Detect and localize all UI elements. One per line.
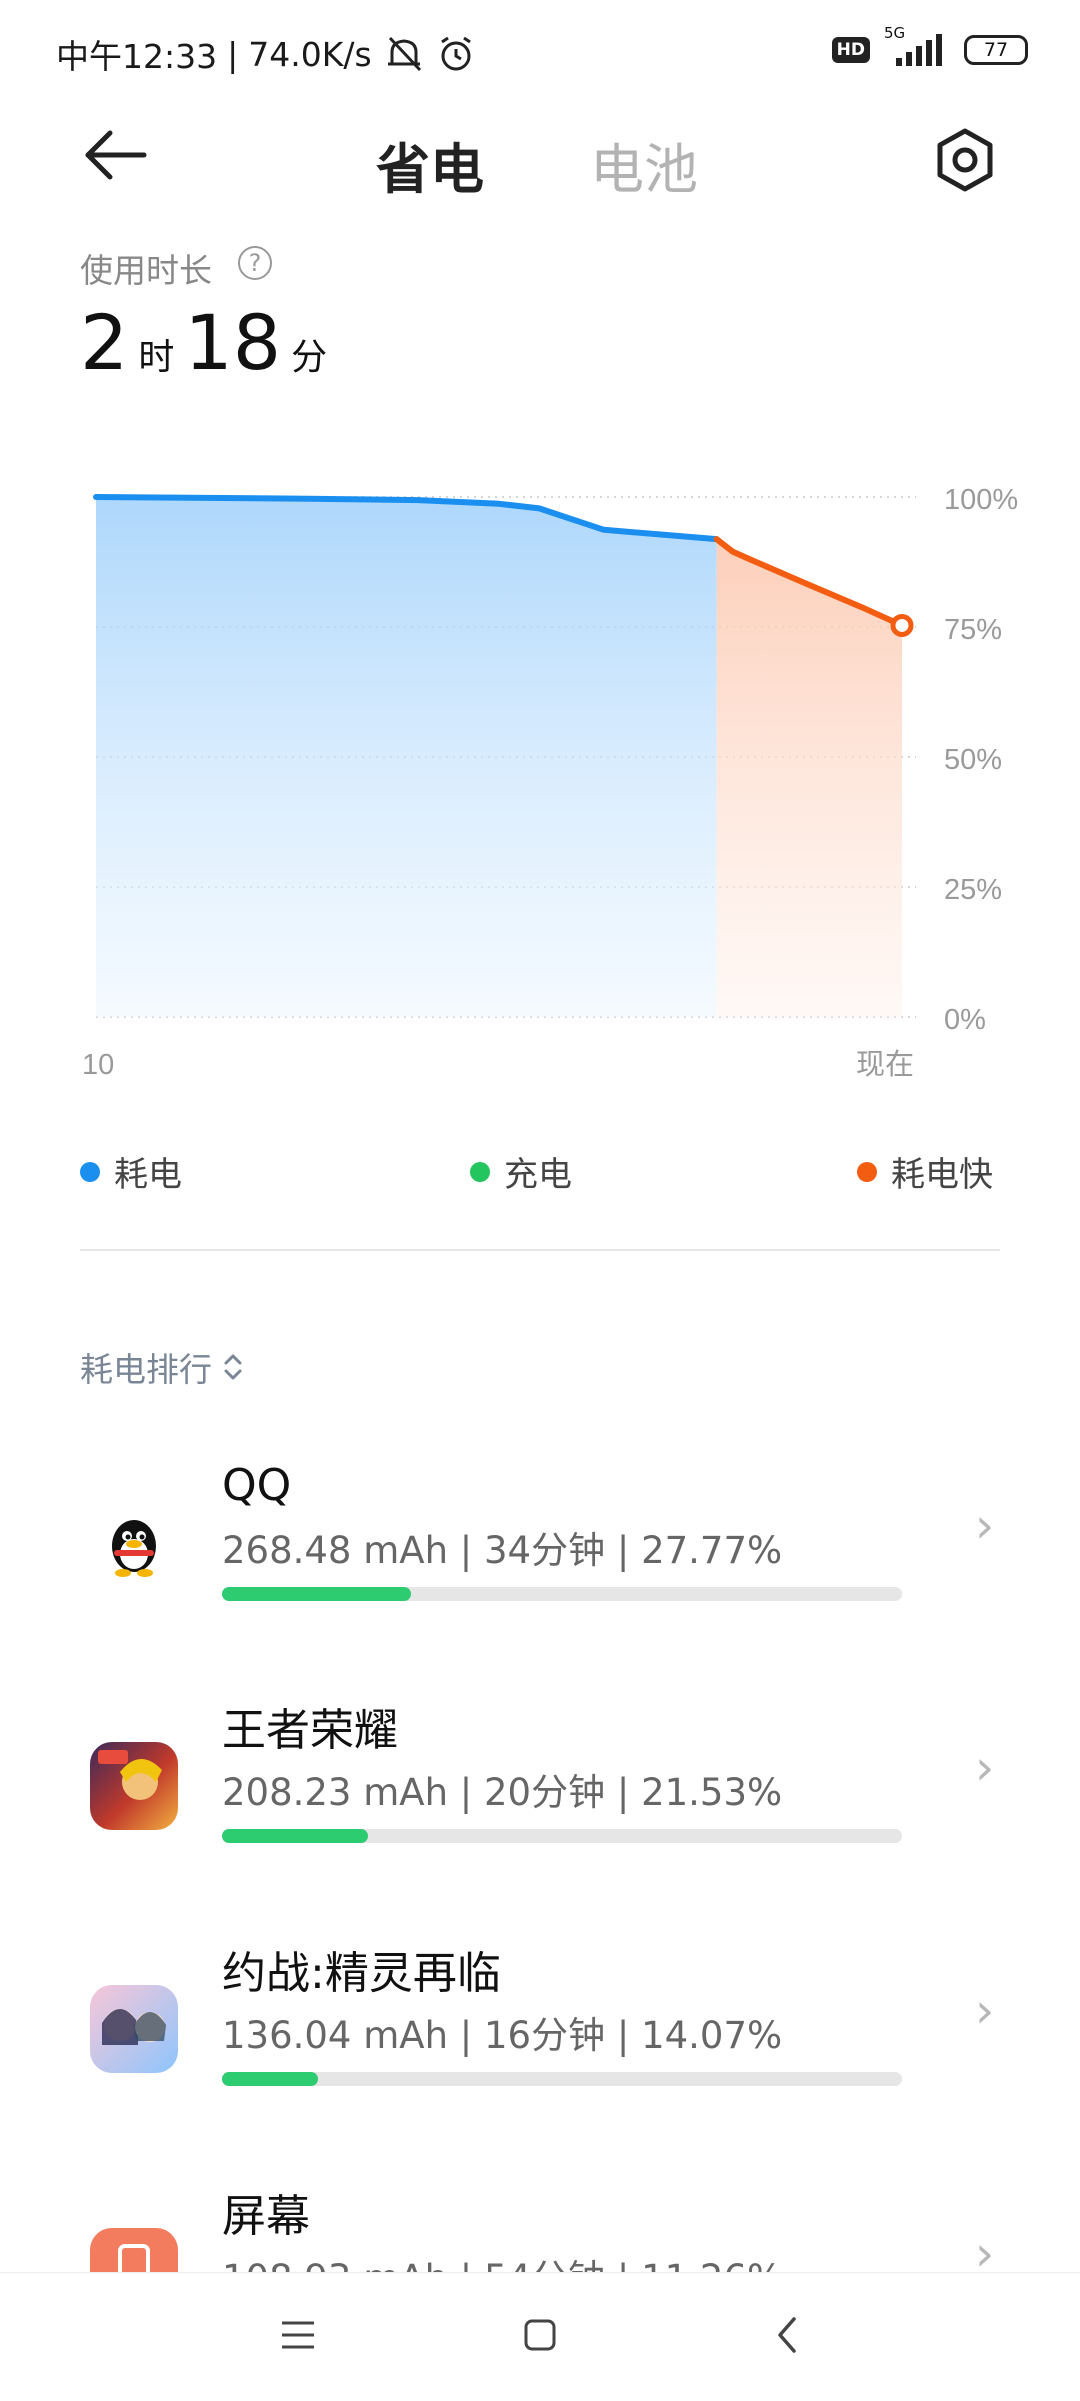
sort-chevrons-icon: [224, 1354, 242, 1380]
legend-dot-drain: [80, 1161, 100, 1182]
anime-characters-icon: [102, 2009, 166, 2045]
hd-badge: HD: [831, 37, 870, 63]
usage-bar: [222, 1587, 902, 1601]
usage-hours: 2: [80, 298, 129, 387]
honor-of-kings-app-icon: [90, 1742, 178, 1830]
app-name: QQ: [222, 1460, 292, 1511]
app-stats: 268.48 mAh | 34分钟 | 27.77%: [222, 1529, 783, 1572]
legend-item-drain: 耗电: [80, 1147, 182, 1196]
app-stats: 108.93 mAh | 54分钟 | 11.26%: [222, 2248, 782, 2272]
chevron-right-icon: ›: [975, 1498, 995, 1554]
status-left: 中午12:33 | 74.0K/s: [56, 30, 476, 78]
recents-menu-icon[interactable]: [276, 2315, 320, 2355]
usage-minutes: 18: [184, 298, 282, 387]
x-tick-label-start: 10: [82, 1049, 114, 1081]
tab-battery[interactable]: 电池: [590, 125, 698, 204]
screen-app-icon: [90, 2228, 178, 2272]
legend-label-drain: 耗电: [114, 1155, 182, 1195]
game-hero-icon: [98, 1750, 162, 1800]
tab-power-saving[interactable]: 省电: [376, 125, 484, 204]
list-item-honor-of-kings[interactable]: 王者荣耀 208.23 mAh | 20分钟 | 21.53% ›: [0, 1672, 1080, 1892]
mute-bell-icon: [387, 36, 421, 72]
app-name: 王者荣耀: [222, 1705, 398, 1756]
status-right: HD 5G 77: [831, 24, 1028, 70]
y-tick-label: 50%: [944, 744, 1002, 776]
home-icon[interactable]: [518, 2313, 562, 2357]
qq-app-icon: [90, 1500, 178, 1588]
y-tick-label: 75%: [944, 614, 1002, 646]
usage-bar: [222, 1829, 902, 1843]
usage-bar: [222, 2072, 902, 2086]
qq-penguin-icon: [112, 1520, 156, 1577]
chevron-right-icon: ›: [975, 1740, 995, 1796]
settings-button[interactable]: [930, 125, 1000, 195]
network-speed: 74.0K/s: [248, 34, 372, 74]
signal-icon: 5G: [882, 24, 952, 70]
current-point-marker: [890, 613, 914, 637]
battery-icon: 77: [964, 35, 1028, 65]
y-tick-label: 0%: [944, 1004, 986, 1036]
back-button[interactable]: [80, 125, 160, 195]
ranking-label: 耗电排行: [80, 1350, 212, 1389]
usage-bar-fill: [222, 2072, 318, 2086]
list-item-screen[interactable]: 屏幕 108.93 mAh | 54分钟 | 11.26% ›: [0, 2158, 1080, 2272]
settings-gear-icon: [937, 128, 993, 192]
legend-item-fast-drain: 耗电快: [857, 1147, 993, 1196]
y-tick-label: 25%: [944, 874, 1002, 906]
status-separator: |: [227, 34, 239, 74]
legend-label-fast-drain: 耗电快: [891, 1155, 993, 1195]
chevron-right-icon: ›: [975, 2226, 995, 2272]
battery-level: 77: [983, 39, 1009, 61]
usage-duration-label: 使用时长: [80, 251, 212, 290]
legend-dot-fast-drain: [857, 1161, 877, 1182]
chevron-right-icon: ›: [975, 1983, 995, 2039]
battery-level-chart: 100% 75% 50% 25% 0% 10 现在: [82, 484, 1018, 1081]
navigation-bar: [0, 2272, 1080, 2401]
back-nav-icon[interactable]: [768, 2313, 808, 2357]
alarm-icon: [440, 36, 471, 71]
divider: [80, 1249, 1000, 1251]
usage-minutes-unit: 分: [291, 337, 328, 378]
back-arrow-icon: [85, 130, 147, 180]
status-bar: 中午12:33 | 74.0K/s HD 5G 77: [0, 0, 1080, 110]
phone-screen-icon: [118, 2244, 150, 2272]
app-name: 屏幕: [222, 2191, 310, 2242]
x-tick-label-end: 现在: [856, 1047, 914, 1081]
help-icon[interactable]: ?: [238, 246, 272, 280]
legend-dot-charge: [470, 1161, 490, 1182]
legend-label-charge: 充电: [504, 1155, 572, 1195]
usage-duration-value: 2 时 18 分: [80, 298, 327, 387]
series-area-0: [96, 497, 717, 1017]
date-a-live-app-icon: [90, 1985, 178, 2073]
list-item-qq[interactable]: QQ 268.48 mAh | 34分钟 | 27.77% ›: [0, 1430, 1080, 1650]
app-stats: 208.23 mAh | 20分钟 | 21.53%: [222, 1771, 783, 1814]
list-item-date-a-live[interactable]: 约战:精灵再临 136.04 mAh | 16分钟 | 14.07% ›: [0, 1915, 1080, 2135]
usage-bar-fill: [222, 1587, 411, 1601]
sort-ranking-toggle[interactable]: 耗电排行: [80, 1343, 244, 1391]
usage-hours-unit: 时: [138, 337, 175, 378]
usage-bar-fill: [222, 1829, 369, 1843]
app-stats: 136.04 mAh | 16分钟 | 14.07%: [222, 2014, 783, 2057]
status-time: 中午12:33: [56, 37, 218, 76]
legend-item-charge: 充电: [470, 1147, 572, 1196]
app-name: 约战:精灵再临: [222, 1948, 501, 1999]
y-tick-label: 100%: [944, 484, 1018, 516]
